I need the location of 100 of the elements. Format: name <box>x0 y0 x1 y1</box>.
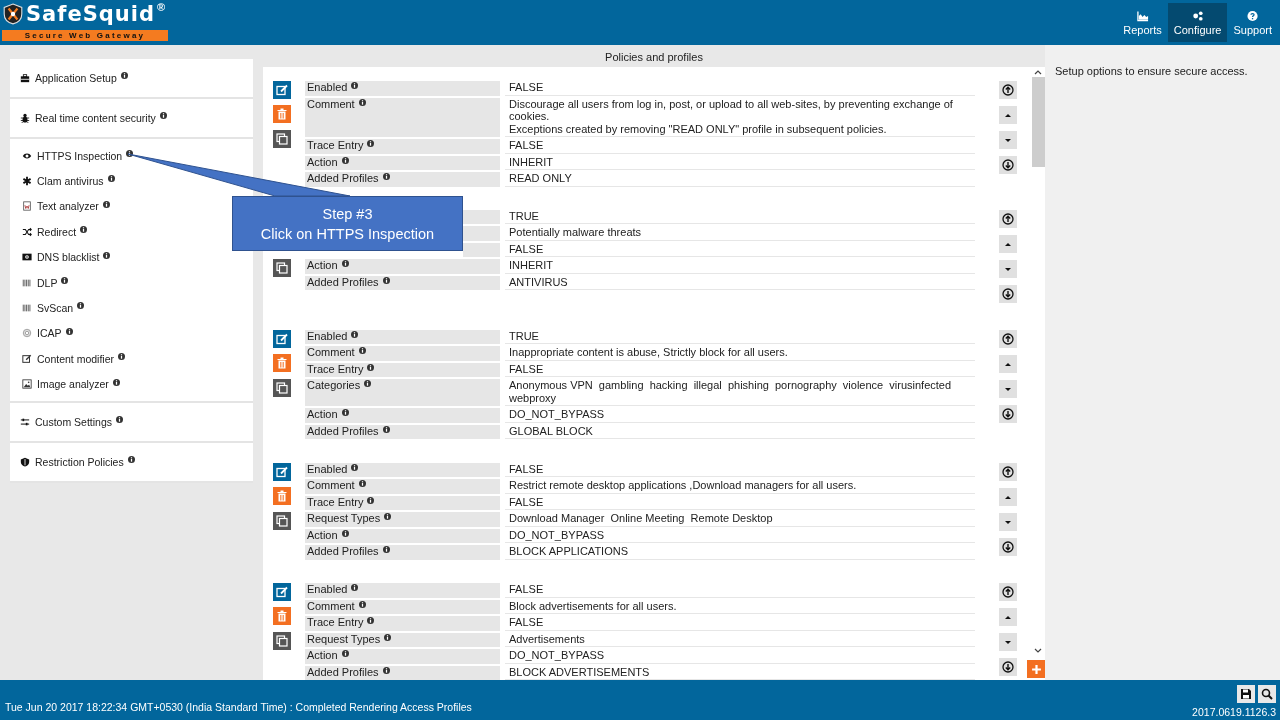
search-button[interactable] <box>1258 685 1276 703</box>
status-message: Tue Jun 20 2017 18:22:34 GMT+0530 (India Standard Time) : Completed Rendering Access Profiles <box>5 701 472 713</box>
scroll-down-icon[interactable] <box>1034 648 1042 654</box>
copy-button[interactable] <box>273 259 291 277</box>
info-icon <box>127 456 135 464</box>
info-icon <box>61 276 69 284</box>
nav-tab[interactable]: Reports <box>1117 3 1168 42</box>
add-button[interactable] <box>1027 660 1045 678</box>
move-to-top-button[interactable] <box>999 462 1017 481</box>
move-to-bottom-button[interactable] <box>999 537 1017 556</box>
move-to-bottom-button[interactable] <box>999 405 1017 423</box>
delete-button[interactable] <box>273 354 291 372</box>
move-down-button[interactable] <box>999 131 1017 149</box>
field-name: Trace Entry <box>307 139 364 152</box>
edit-icon <box>276 586 288 599</box>
edit-button[interactable] <box>273 81 291 99</box>
field-value: Inappropriate content is abuse, Strictly block for all users. <box>505 346 975 361</box>
field-name: Added Profiles <box>307 172 379 185</box>
info-icon <box>116 416 124 424</box>
copy-icon <box>276 635 288 648</box>
delete-button[interactable] <box>273 486 291 505</box>
move-to-top-button[interactable] <box>999 210 1017 228</box>
sidebar-item[interactable]: Restriction Policies <box>20 449 243 475</box>
info-icon <box>351 331 359 338</box>
sidebar-item[interactable]: Image analyzer <box>22 371 243 397</box>
info-icon <box>367 617 375 625</box>
move-down-button[interactable] <box>999 633 1017 652</box>
move-up-button[interactable] <box>999 608 1017 627</box>
info-icon <box>351 82 359 89</box>
field-name: Action <box>307 155 338 169</box>
copy-button[interactable] <box>273 130 291 148</box>
field-name: Enabled <box>307 583 348 597</box>
edit-button[interactable] <box>273 330 291 348</box>
move-up-button[interactable] <box>999 487 1017 506</box>
move-to-top-button[interactable] <box>999 330 1017 348</box>
sidebar-item[interactable]: Content modifier <box>22 346 243 372</box>
search-icon <box>1261 688 1273 700</box>
arrow-up-circle-icon <box>1002 333 1014 345</box>
sidebar-item[interactable]: Custom Settings <box>20 409 243 435</box>
move-to-top-button[interactable] <box>999 583 1017 602</box>
move-to-bottom-button[interactable] <box>999 658 1017 677</box>
edit-button[interactable] <box>273 462 291 481</box>
copy-button[interactable] <box>273 379 291 397</box>
edit-button[interactable] <box>273 583 291 602</box>
field-value: READ ONLY <box>505 172 975 187</box>
field-value: Download Manager Online Meeting Remote Desktop <box>505 512 975 527</box>
info-icon <box>341 650 349 658</box>
sidebar-item[interactable]: Redirect <box>22 219 243 245</box>
field-value: Discourage all users from log in, post, or upload to all web-sites, by preventing exchange of cookies. Exceptions created by removing "READ ONLY" profile in subsequent policies. <box>505 97 975 137</box>
field-value: ANTIVIRUS <box>505 276 975 291</box>
sidebar-item[interactable]: ICAP <box>22 320 243 347</box>
move-to-top-button[interactable] <box>999 81 1017 99</box>
field-name: Comment <box>307 346 355 360</box>
delete-button[interactable] <box>273 607 291 626</box>
move-down-button[interactable] <box>999 380 1017 398</box>
field-value: INHERIT <box>505 155 975 170</box>
sidebar-item[interactable]: SvScan <box>22 295 243 321</box>
camera-icon <box>22 252 32 263</box>
field-value: Block advertisements for all users. <box>505 600 975 615</box>
field-value: DO_NOT_BYPASS <box>505 528 975 544</box>
move-down-button[interactable] <box>999 260 1017 278</box>
arrow-up-circle-icon <box>1002 213 1014 225</box>
sidebar-item[interactable]: Real time content security <box>20 105 243 131</box>
arrow-down-circle-icon <box>1002 661 1014 674</box>
sidebar-item[interactable]: DNS blacklist <box>22 244 243 270</box>
sidebar-item[interactable]: DLP <box>22 269 243 296</box>
field-name: Action <box>307 528 338 542</box>
nav-tab[interactable]: Configure <box>1167 3 1228 42</box>
field-value: Advertisements <box>505 633 975 648</box>
barcode-icon <box>22 303 32 314</box>
sliders-icon <box>20 416 30 427</box>
copy-button[interactable] <box>273 511 291 530</box>
scroll-up-icon[interactable] <box>1034 69 1042 75</box>
move-up-button[interactable] <box>999 355 1017 373</box>
field-label <box>463 226 500 241</box>
help-text: Setup options to ensure secure access. <box>1055 65 1249 77</box>
sidebar-item[interactable]: Text analyzer <box>22 193 243 220</box>
info-icon <box>351 584 359 592</box>
bug-icon <box>20 113 30 123</box>
sidebar-item[interactable]: Clam antivirus <box>22 168 243 194</box>
image-icon <box>22 379 32 390</box>
save-button[interactable] <box>1237 685 1255 703</box>
field-name: Enabled <box>307 462 348 476</box>
sidebar-item[interactable]: Application Setup <box>20 65 243 91</box>
field-name: Added Profiles <box>307 425 379 438</box>
delete-button[interactable] <box>273 105 291 123</box>
version-text: 2017.0619.1126.3 <box>1192 706 1276 718</box>
field-value: FALSE <box>505 81 975 96</box>
nav-tab[interactable]: Support <box>1227 3 1278 42</box>
move-up-button[interactable] <box>999 235 1017 253</box>
move-to-bottom-button[interactable] <box>999 285 1017 303</box>
copy-button[interactable] <box>273 632 291 651</box>
info-icon <box>103 251 111 259</box>
move-up-button[interactable] <box>999 106 1017 124</box>
field-name: Enabled <box>307 81 348 94</box>
move-to-bottom-button[interactable] <box>999 156 1017 174</box>
move-down-button[interactable] <box>999 512 1017 531</box>
info-icon <box>118 353 126 361</box>
arrow-down-circle-icon <box>1002 408 1014 420</box>
scrollbar-thumb[interactable] <box>1031 77 1045 167</box>
